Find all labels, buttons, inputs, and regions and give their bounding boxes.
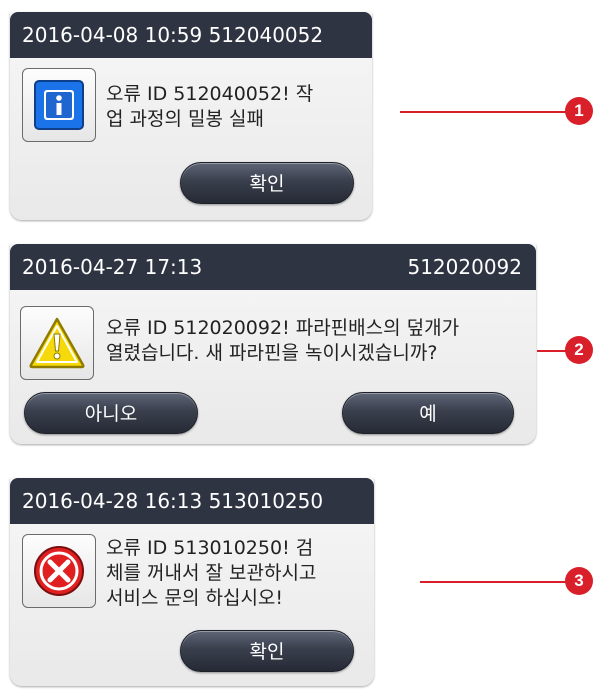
dialog-error: 2016-04-28 16:13 513010250 오류 ID 5130102… <box>10 478 374 686</box>
yes-button[interactable]: 예 <box>342 392 514 434</box>
dialog-message: 오류 ID 512040052! 작 업 과정의 밀봉 실패 <box>106 83 314 130</box>
dialog-message: 오류 ID 513010250! 검 체를 꺼내서 잘 보관하시고 서비스 문의… <box>106 537 317 609</box>
dialog-titlebar: 2016-04-27 17:13 512020092 <box>10 244 536 290</box>
ok-button[interactable]: 확인 <box>180 162 354 204</box>
dialog-title-error-id: 512020092 <box>407 255 522 279</box>
dialog-warning: 2016-04-27 17:13 512020092 오류 ID 5120200… <box>10 244 536 444</box>
warning-icon <box>20 306 94 380</box>
callout-badge: 3 <box>565 567 593 595</box>
dialog-title: 2016-04-08 10:59 512040052 <box>22 23 324 47</box>
dialog-titlebar: 2016-04-28 16:13 513010250 <box>10 478 374 524</box>
callout-badge: 2 <box>565 336 593 364</box>
dialog-message: 오류 ID 512020092! 파라핀배스의 덮개가 열렸습니다. 새 파라핀… <box>106 317 460 364</box>
callout-line <box>400 111 568 113</box>
dialog-title: 2016-04-28 16:13 513010250 <box>22 489 324 513</box>
callout-badge: 1 <box>565 97 593 125</box>
no-button[interactable]: 아니오 <box>24 392 198 434</box>
dialog-title-timestamp: 2016-04-27 17:13 <box>22 255 203 279</box>
ok-button[interactable]: 확인 <box>180 630 354 672</box>
dialog-info: 2016-04-08 10:59 512040052 오류 ID 5120400… <box>10 12 372 220</box>
dialog-titlebar: 2016-04-08 10:59 512040052 <box>10 12 372 58</box>
error-icon <box>22 534 96 608</box>
info-icon <box>22 68 96 142</box>
callout-line <box>420 581 568 583</box>
